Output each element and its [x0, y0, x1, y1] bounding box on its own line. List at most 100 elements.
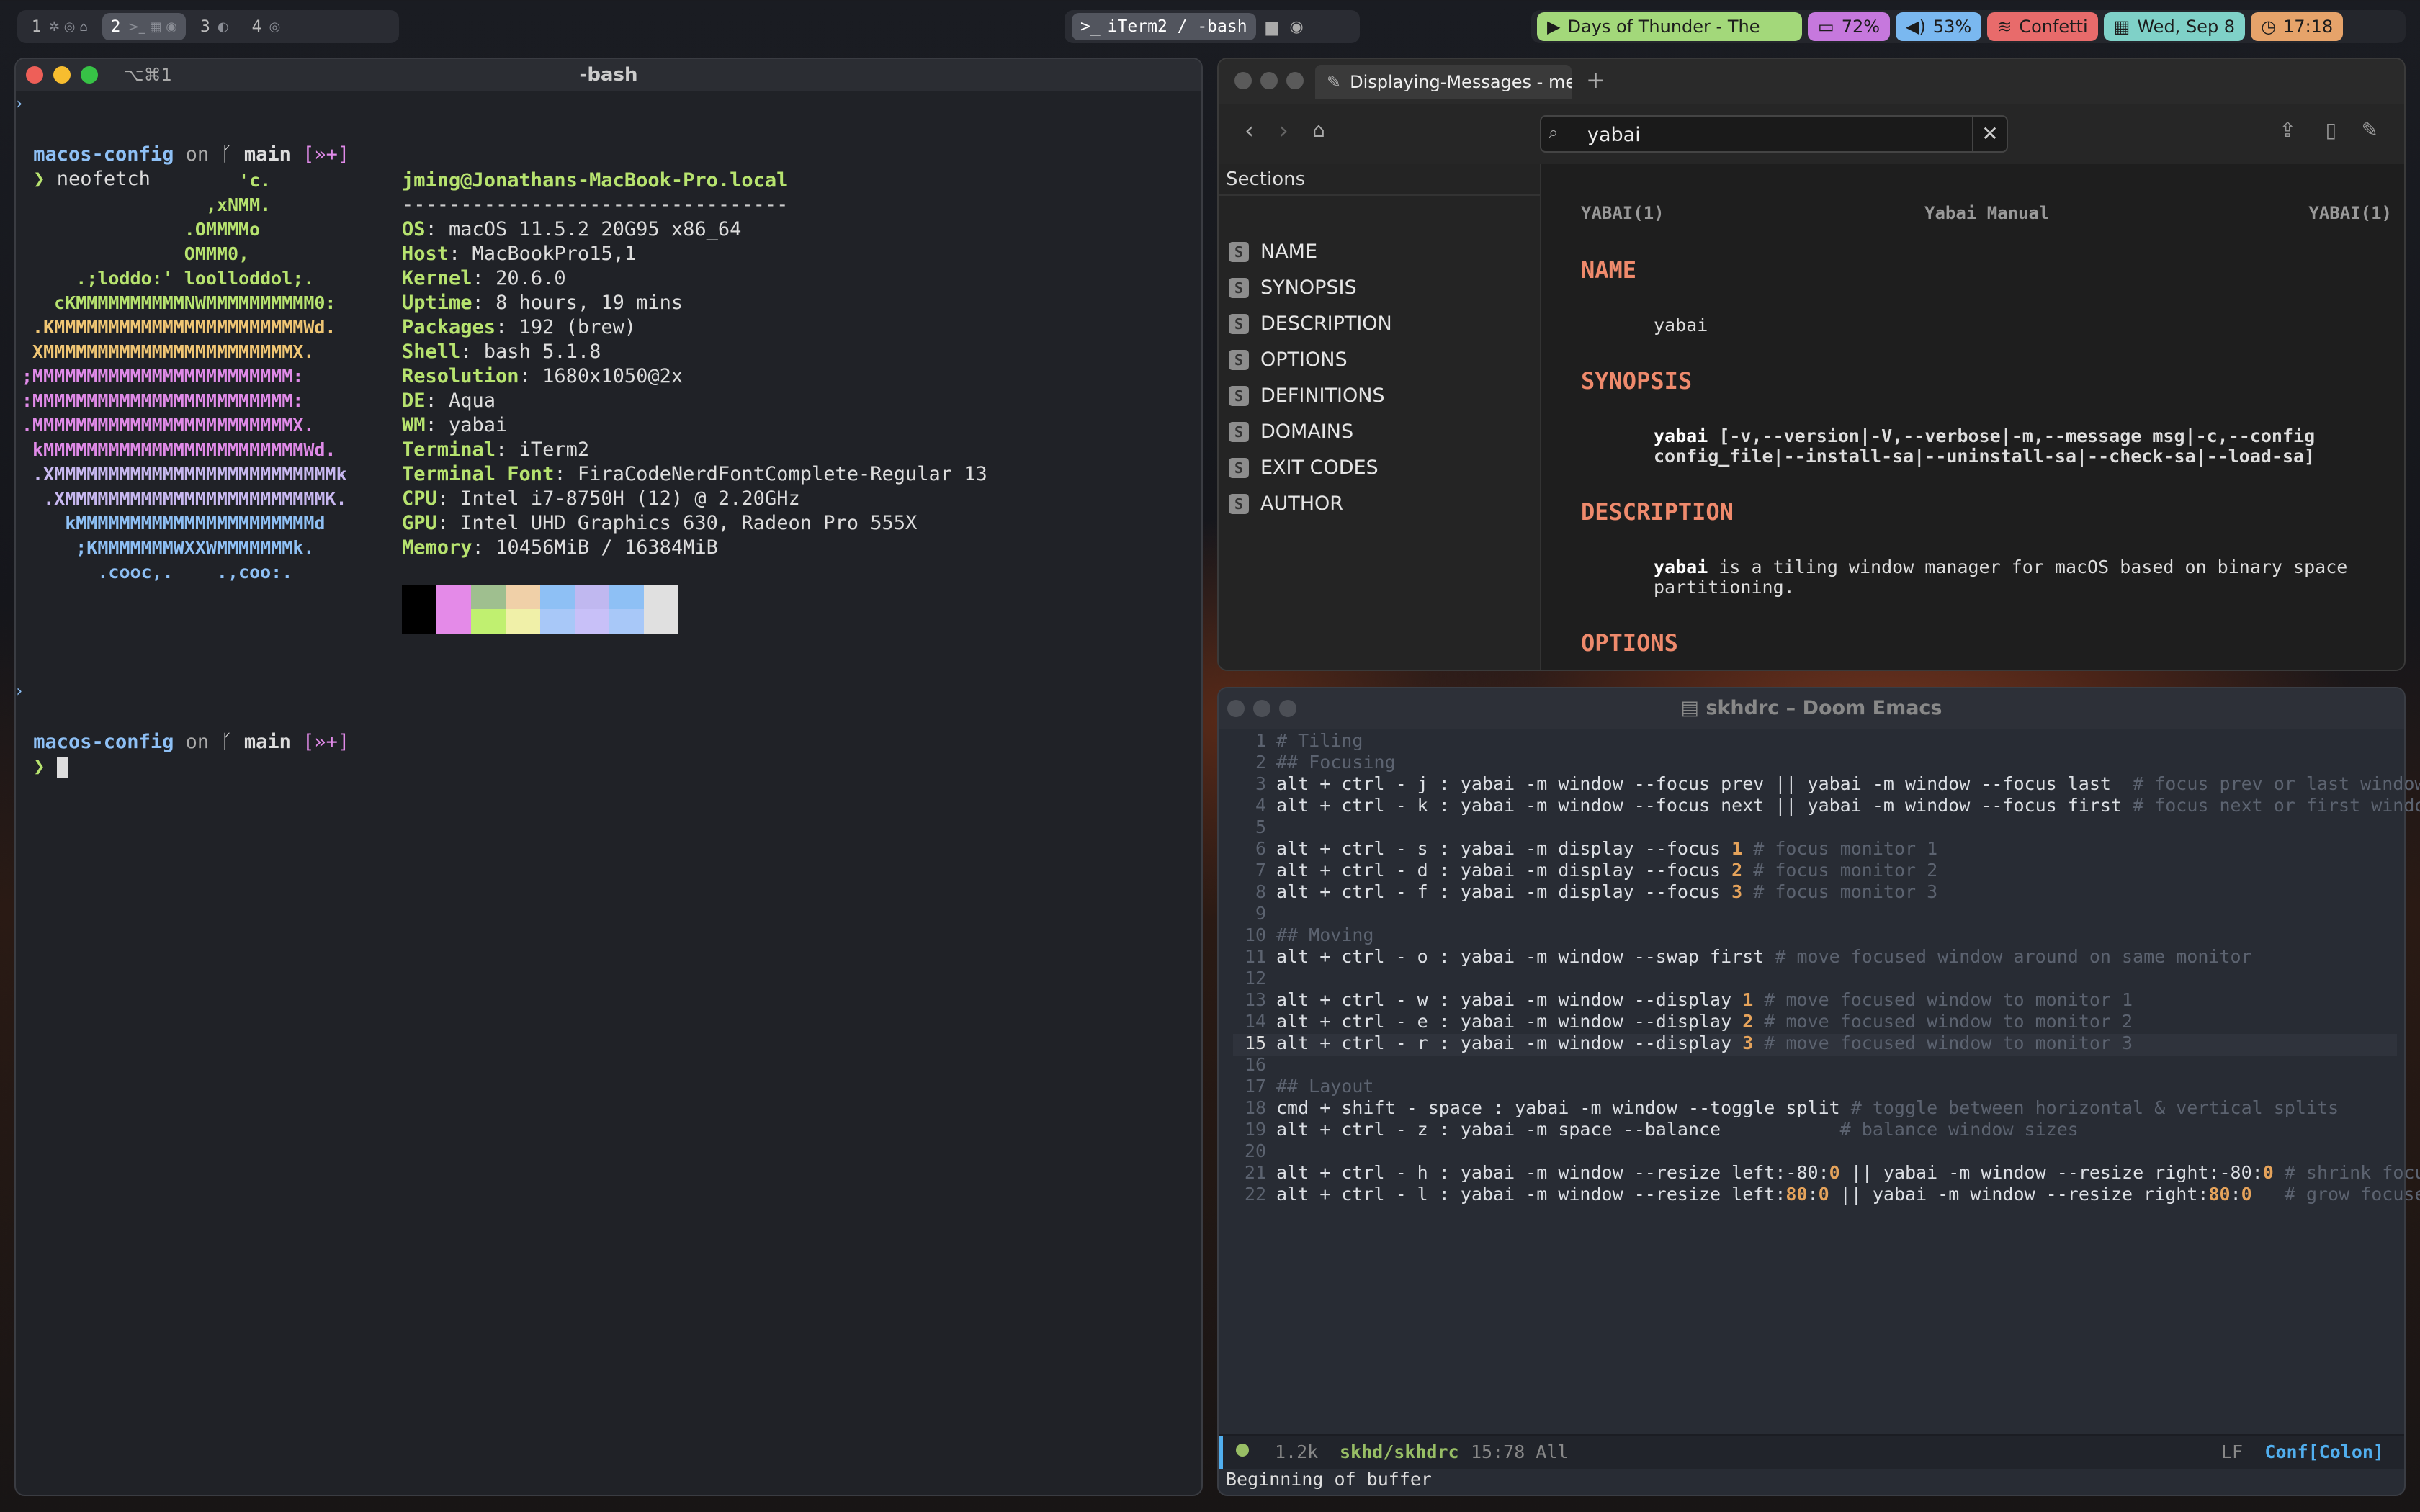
logo-line: .XMMMMMMMMMMMMMMMMMMMMMMMMMMk	[22, 464, 347, 485]
space-number: 4	[251, 17, 262, 36]
section-item-name[interactable]: S NAME	[1229, 240, 1317, 263]
share-icon[interactable]: ⇪	[2280, 118, 2296, 142]
git-branch-icon: ᚴ	[220, 143, 233, 166]
code-text: ## Layout	[1276, 1076, 1374, 1097]
line-number: 4	[1255, 795, 1266, 816]
line-number: 9	[1255, 903, 1266, 924]
browser-icon[interactable]: ◉	[1290, 18, 1304, 36]
tab-displaying-messages[interactable]: ✎ Displaying-Messages - me	[1315, 65, 1572, 99]
section-icon: S	[1229, 313, 1249, 334]
section-item-domains[interactable]: S DOMAINS	[1229, 420, 1353, 443]
active-app-indicator[interactable]: >_ iTerm2 / -bash	[1072, 13, 1256, 40]
space-3[interactable]: 3 ◐	[192, 13, 238, 40]
synopsis-command: yabai	[1654, 426, 1708, 446]
logo-line: XMMMMMMMMMMMMMMMMMMMMMMMX.	[22, 341, 315, 362]
code-line: 20	[1240, 1140, 1276, 1162]
window-title: ▤ skhdrc – Doom Emacs	[1219, 697, 2404, 719]
code-line: 15 alt + ctrl - r : yabai -m window --dis…	[1240, 1032, 2133, 1054]
code-text: # Tiling	[1276, 730, 1363, 751]
search-input[interactable]: yabai	[1587, 124, 1641, 146]
logo-line: cKMMMMMMMMMMNWMMMMMMMMMM0:	[22, 292, 336, 313]
code-text: alt + ctrl - o : yabai -m window --swap …	[1276, 946, 2252, 967]
code-line: 9	[1240, 903, 1276, 924]
logo-line: kMMMMMMMMMMMMMMMMMMMMMMd	[22, 513, 326, 534]
space-4[interactable]: 4 ◎	[243, 13, 290, 40]
back-arrow-icon[interactable]: ‹	[1245, 117, 1254, 144]
code-line: 12	[1240, 968, 1276, 989]
prompt-on: on	[185, 731, 210, 753]
major-mode[interactable]: Conf[Colon]	[2264, 1441, 2384, 1462]
palette-swatch	[575, 585, 609, 609]
palette-swatch	[402, 609, 436, 634]
info-key: OS	[402, 218, 426, 240]
prompt-on: on	[185, 143, 210, 166]
line-number: 16	[1244, 1054, 1266, 1075]
code-line: 16	[1240, 1054, 1276, 1076]
logo-line: .cooc,. .,coo:.	[22, 562, 293, 582]
time-widget[interactable]: ◷ 17:18	[2251, 12, 2344, 41]
search-field[interactable]: ⌕ yabai ✕	[1540, 115, 2008, 153]
terminal-icon: >_	[1080, 17, 1101, 36]
modeline: 1.2k skhd/skhdrc 15:78 All LF Conf[Colon…	[1219, 1434, 2404, 1469]
info-row: Terminal: iTerm2	[402, 438, 987, 462]
edit-icon[interactable]: ✎	[2362, 118, 2378, 142]
home-icon[interactable]: ⌂	[1312, 118, 1325, 142]
synopsis-line-1: [-v,--version|-V,--verbose|-m,--message …	[1708, 426, 2316, 446]
line-number: 10	[1244, 924, 1266, 945]
folder-icon[interactable]: ▆	[1266, 18, 1278, 36]
section-item-author[interactable]: S AUTHOR	[1229, 492, 1343, 515]
logo-line: .;loddo:' loolloddol;.	[22, 268, 315, 289]
info-value: Intel i7-8750H (12) @ 2.20GHz	[460, 487, 800, 510]
info-value: 192 (brew)	[519, 316, 637, 338]
section-item-description[interactable]: S DESCRIPTION	[1229, 312, 1392, 335]
logo-line: OMMM0,	[22, 243, 250, 264]
section-icon: S	[1229, 349, 1249, 370]
palette-swatch	[436, 585, 471, 609]
bookmark-icon[interactable]: ▯	[2326, 118, 2336, 142]
info-value: FiraCodeNerdFontComplete-Regular 13	[577, 463, 987, 485]
line-number: 1	[1255, 730, 1266, 751]
synopsis-text: yabai [-v,--version|-V,--verbose|-m,--me…	[1654, 426, 2315, 467]
info-key: CPU	[402, 487, 437, 510]
new-tab-button[interactable]: +	[1586, 66, 1605, 94]
line-number: 15	[1244, 1032, 1266, 1053]
window-title: -bash	[579, 64, 638, 86]
space-1[interactable]: 1 ✲ ◎ ⌂	[23, 13, 97, 40]
forward-arrow-icon[interactable]: ›	[1279, 117, 1289, 144]
section-item-definitions[interactable]: S DEFINITIONS	[1229, 384, 1385, 407]
battery-widget[interactable]: ▭ 72%	[1808, 12, 1891, 41]
section-item-options[interactable]: S OPTIONS	[1229, 348, 1348, 371]
section-label: AUTHOR	[1260, 492, 1344, 515]
input-line[interactable]: ❯	[22, 730, 68, 779]
line-number: 6	[1255, 838, 1266, 859]
line-number: 12	[1244, 968, 1266, 989]
volume-widget[interactable]: ◀) 53%	[1896, 12, 1982, 41]
synopsis-line-2: config_file|--install-sa|--uninstall-sa|…	[1654, 446, 2316, 467]
zoom-button[interactable]	[1286, 72, 1304, 89]
heading-name: NAME	[1581, 256, 1637, 284]
info-key: Resolution	[402, 365, 519, 387]
clear-search-button[interactable]: ✕	[1972, 117, 2007, 151]
close-button[interactable]	[1234, 72, 1252, 89]
info-colon: :	[496, 316, 519, 338]
info-value: MacBookPro15,1	[472, 243, 637, 265]
date-widget[interactable]: ▦ Wed, Sep 8	[2103, 12, 2246, 41]
section-item-exit-codes[interactable]: S EXIT CODES	[1229, 456, 1379, 479]
line-number: 2	[1255, 752, 1266, 773]
code-line: 14 alt + ctrl - e : yabai -m window --dis…	[1240, 1011, 2133, 1032]
name-text: yabai	[1654, 315, 1708, 336]
minimize-button[interactable]	[1260, 72, 1278, 89]
info-colon: :	[449, 243, 472, 265]
buffer-path: skhd/skhdrc	[1340, 1441, 1459, 1462]
heading-synopsis: SYNOPSIS	[1581, 367, 1693, 395]
section-item-synopsis[interactable]: S SYNOPSIS	[1229, 276, 1357, 299]
heading-description: DESCRIPTION	[1581, 498, 1734, 526]
wifi-widget[interactable]: ≋ Confetti	[1987, 12, 2098, 41]
doc-icon: ✎	[1327, 72, 1342, 92]
music-widget[interactable]: ▶ Days of Thunder - The	[1537, 12, 1802, 41]
code-line: 21 alt + ctrl - h : yabai -m window --res…	[1240, 1162, 2420, 1184]
info-colon: :	[472, 292, 496, 314]
info-key: Terminal	[402, 438, 496, 461]
space-2[interactable]: 2 >_ ▦ ◉	[102, 13, 186, 40]
volume-level: 53%	[1932, 17, 1972, 37]
